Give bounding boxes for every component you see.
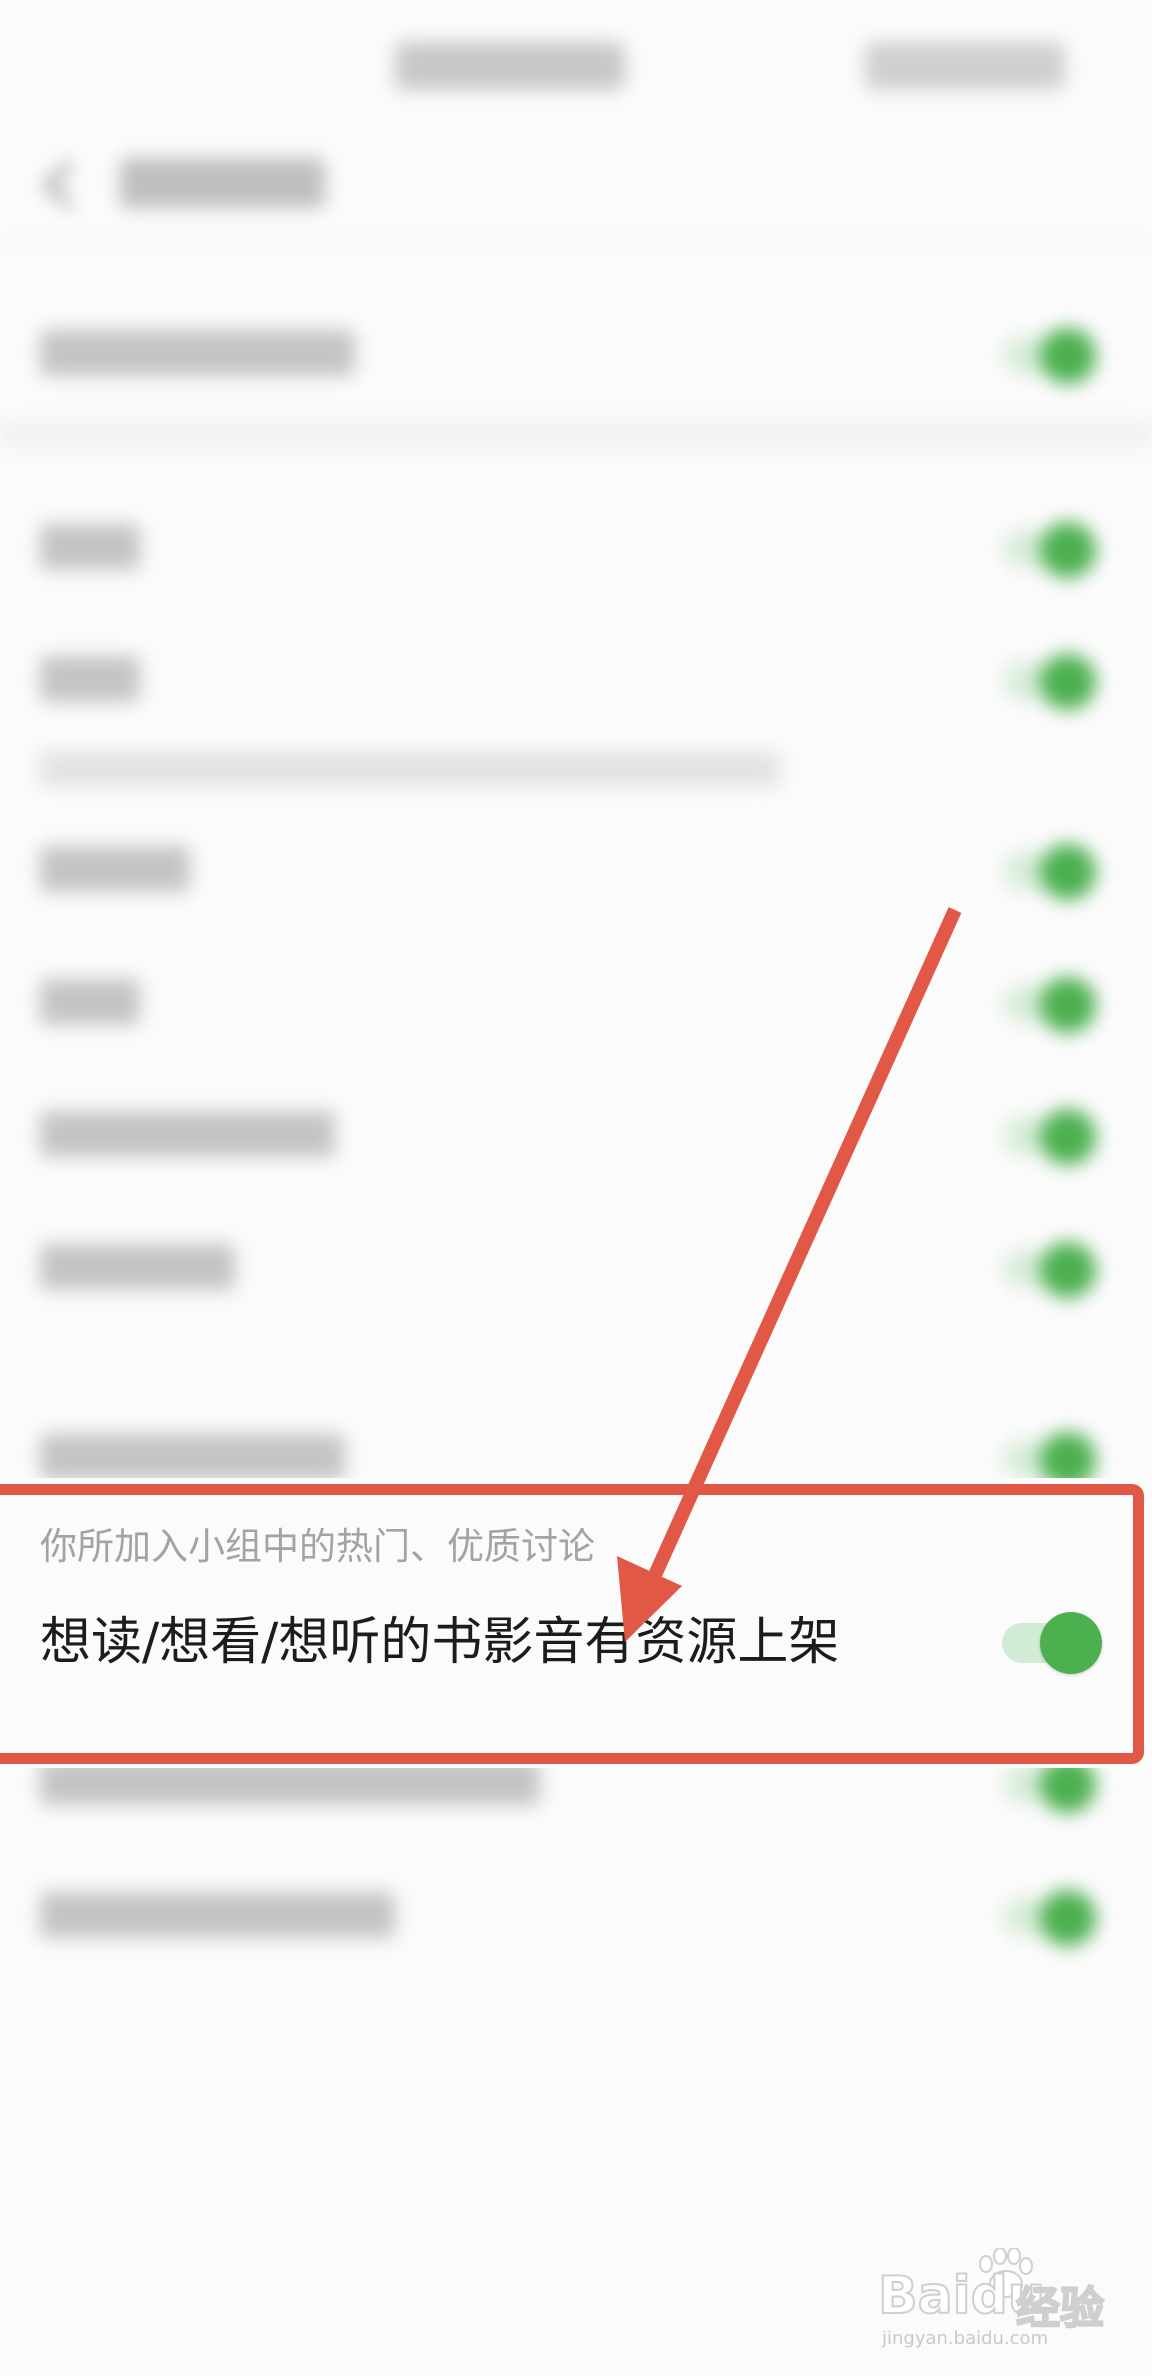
annotation-arrow-icon — [617, 907, 962, 1642]
watermark-url: jingyan.baidu.com — [882, 2328, 1049, 2349]
baidu-jingyan-watermark: Baidu 经验 jingyan.baidu.com — [877, 2248, 1128, 2358]
watermark-brand-cn: 经验 — [1015, 2282, 1105, 2335]
